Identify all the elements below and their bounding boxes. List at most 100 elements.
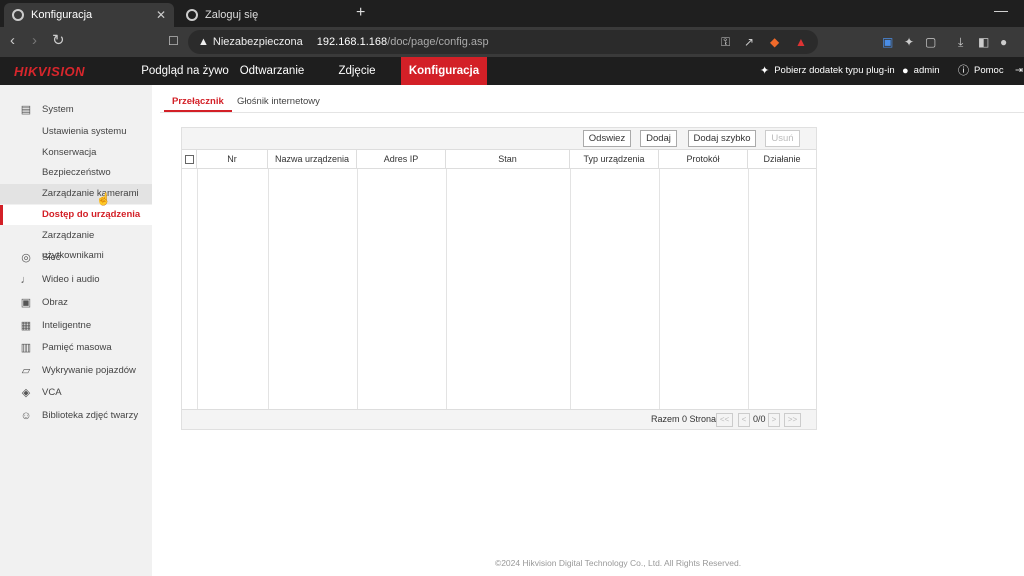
device-table: Odswiez Dodaj Dodaj szybko Usuń Nr Nazwa… [181, 127, 817, 430]
logout-icon[interactable]: ⇥ [1015, 57, 1023, 85]
image-icon: ▣ [20, 297, 32, 309]
column-divider [446, 169, 447, 409]
bookmark-icon[interactable]: ☐ [168, 34, 179, 48]
sidebar-item-network[interactable]: ◎ Sieć [0, 248, 152, 268]
screenshot-icon[interactable]: ▢ [925, 35, 936, 49]
first-page-button[interactable]: << [716, 413, 733, 427]
column-header-nr[interactable]: Nr [197, 150, 268, 168]
username: admin [913, 65, 940, 76]
sidebar-item-system-settings[interactable]: Ustawienia systemu [0, 122, 152, 142]
tab-switch[interactable]: Przełącznik [164, 96, 232, 112]
profile-icon[interactable]: ● [1000, 35, 1007, 49]
security-status[interactable]: Niezabezpieczona [213, 36, 303, 48]
new-tab-button[interactable]: + [356, 4, 365, 22]
puzzle-icon: ✦ [760, 65, 770, 77]
pagination-summary: Razem 0 Strona [651, 414, 717, 424]
sidebar-item-security[interactable]: Bezpieczeństwo [0, 163, 152, 183]
quick-add-button[interactable]: Dodaj szybko [688, 130, 756, 147]
system-icon: ▤ [20, 104, 32, 116]
sidebar-item-video-audio[interactable]: ♩ Wideo i audio [0, 270, 152, 290]
extensions-icon[interactable]: ✦ [904, 35, 914, 49]
help-label: Pomoc [974, 65, 1004, 76]
column-header-ip[interactable]: Adres IP [357, 150, 446, 168]
plugin-label: Pobierz dodatek typu plug-in [774, 65, 895, 76]
sidebar-item-user-management[interactable]: Zarządzanie użytkownikami [0, 226, 152, 261]
minimize-window-button[interactable]: — [994, 2, 1008, 18]
help-link[interactable]: ⓘ Pomoc [958, 57, 1004, 85]
table-pagination: Razem 0 Strona << < 0/0 > >> [182, 409, 816, 429]
user-menu[interactable]: ● admin [902, 57, 940, 85]
close-tab-icon[interactable]: ✕ [156, 8, 166, 22]
column-header-status[interactable]: Stan [446, 150, 570, 168]
sidebar-item-maintenance[interactable]: Konserwacja [0, 143, 152, 163]
nav-configuration[interactable]: Konfiguracja [401, 57, 487, 85]
brave-shield-icon[interactable]: ◆ [770, 35, 779, 49]
plugin-download-link[interactable]: ✦ Pobierz dodatek typu plug-in [760, 57, 895, 85]
sidebar-item-image[interactable]: ▣ Obraz [0, 293, 152, 313]
sidebar-item-vca[interactable]: ◈ VCA [0, 383, 152, 403]
column-divider [197, 169, 198, 409]
sidebar-toggle-icon[interactable]: ◧ [978, 35, 989, 49]
network-globe-icon: ◎ [21, 252, 31, 264]
column-divider [659, 169, 660, 409]
storage-icon: ▥ [20, 342, 32, 354]
delete-button[interactable]: Usuń [765, 130, 800, 147]
download-icon[interactable]: ⤓ [958, 35, 963, 49]
config-sidebar: ▤ System Ustawienia systemu Konserwacja … [0, 85, 152, 576]
column-header-protocol[interactable]: Protokół [659, 150, 748, 168]
sidebar-item-device-access[interactable]: Dostęp do urządzenia [0, 205, 152, 225]
column-header-device-type[interactable]: Typ urządzenia [570, 150, 659, 168]
select-all-cell [182, 150, 197, 168]
sidebar-item-intelligent[interactable]: ▦ Inteligentne [0, 316, 152, 336]
reload-icon[interactable]: ↻ [52, 33, 65, 49]
refresh-button[interactable]: Odswiez [583, 130, 631, 147]
tab-network-speaker[interactable]: Głośnik internetowy [237, 96, 320, 112]
tab-favicon-icon [186, 9, 198, 21]
select-all-checkbox[interactable] [185, 155, 194, 164]
column-divider [357, 169, 358, 409]
warning-icon: ▲ [198, 36, 209, 48]
sidebar-item-system[interactable]: ▤ System [0, 100, 152, 120]
table-toolbar: Odswiez Dodaj Dodaj szybko Usuń [182, 128, 816, 149]
url-host: 192.168.1.168 [316, 36, 388, 48]
previous-page-button[interactable]: < [738, 413, 750, 427]
last-page-button[interactable]: >> [784, 413, 801, 427]
column-divider [748, 169, 749, 409]
share-icon[interactable]: ↗ [744, 35, 754, 49]
column-header-action[interactable]: Działanie [748, 150, 816, 168]
translate-icon[interactable]: ▣ [882, 35, 893, 49]
help-icon: ⓘ [958, 65, 969, 77]
column-divider [570, 169, 571, 409]
page-indicator: 0/0 [753, 414, 766, 424]
microphone-icon: ♩ [20, 274, 32, 286]
tab-title: Zaloguj się [205, 9, 259, 21]
nav-live-view[interactable]: Podgląd na żywo [140, 57, 230, 85]
browser-tab-zaloguj[interactable]: Zaloguj się [178, 3, 350, 27]
calendar-icon: ▦ [20, 320, 32, 332]
url-path: /doc/page/config.asp [387, 36, 489, 48]
copyright-footer: ©2024 Hikvision Digital Technology Co., … [494, 558, 742, 568]
face-icon: ☺ [20, 410, 32, 422]
nav-playback[interactable]: Odtwarzanie [236, 57, 308, 85]
rewards-icon[interactable]: ▲ [795, 35, 807, 49]
mouse-cursor-icon: ☝ [96, 192, 111, 206]
column-header-device-name[interactable]: Nazwa urządzenia [268, 150, 357, 168]
sidebar-item-face-library[interactable]: ☺ Biblioteka zdjęć twarzy [0, 406, 152, 426]
next-page-button[interactable]: > [768, 413, 780, 427]
browser-toolbar: ‹ › ↻ ☐ ▲ Niezabezpieczona 192.168.1.168… [0, 27, 1024, 57]
sidebar-item-vehicle-detection[interactable]: ▱ Wykrywanie pojazdów [0, 361, 152, 381]
key-icon[interactable]: ⚿ [721, 35, 730, 49]
tab-divider [160, 112, 1024, 113]
sidebar-item-camera-management[interactable]: Zarządzanie kamerami [0, 184, 152, 204]
hikvision-logo: HIKVISION [14, 64, 85, 79]
nav-picture[interactable]: Zdjęcie [326, 57, 388, 85]
browser-tab-bar: Konfiguracja ✕ Zaloguj się + — [0, 0, 1024, 27]
vca-icon: ◈ [21, 387, 31, 399]
sidebar-item-storage[interactable]: ▥ Pamięć masowa [0, 338, 152, 358]
browser-tab-konfiguracja[interactable]: Konfiguracja ✕ [4, 3, 174, 27]
add-button[interactable]: Dodaj [640, 130, 677, 147]
column-divider [268, 169, 269, 409]
back-arrow-icon[interactable]: ‹ [10, 33, 15, 49]
forward-arrow-icon[interactable]: › [32, 33, 37, 49]
tab-favicon-icon [12, 9, 24, 21]
